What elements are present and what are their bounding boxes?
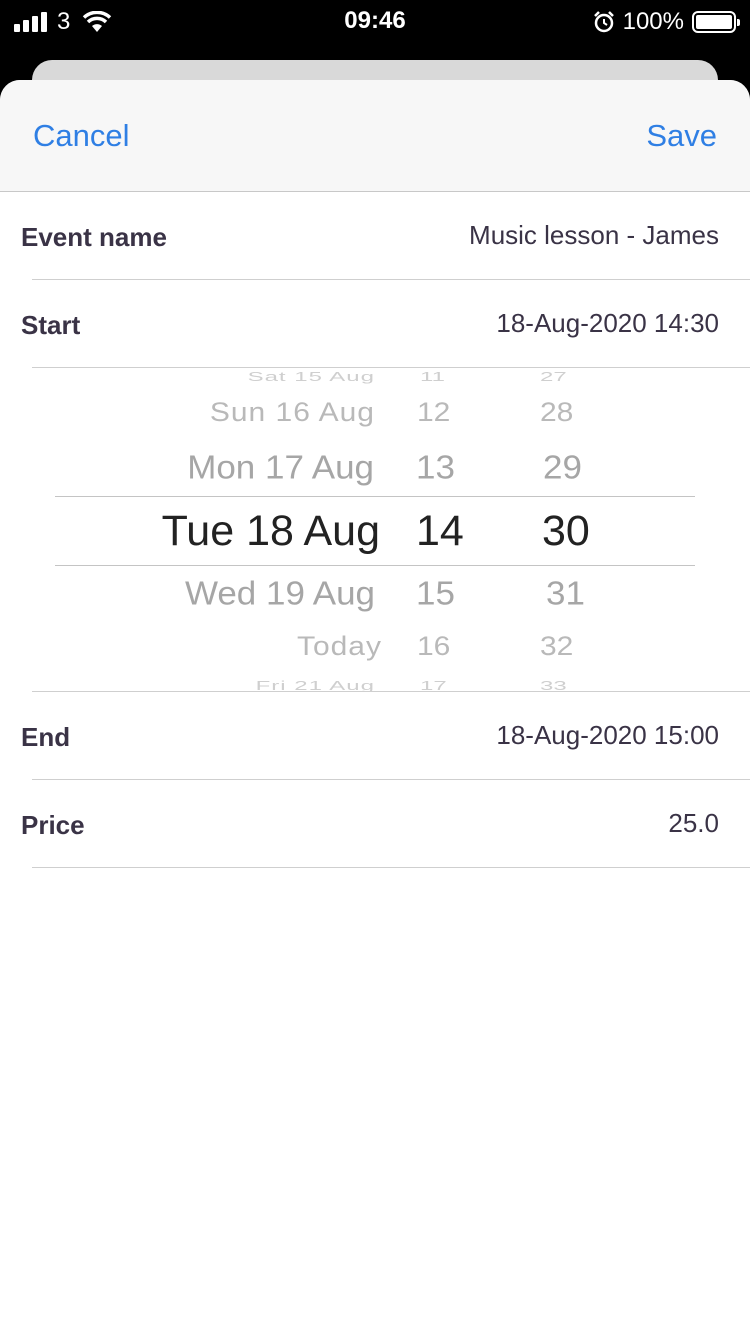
picker-minute-option[interactable]: 27 bbox=[540, 369, 567, 384]
picker-hour-option[interactable]: 15 bbox=[416, 575, 455, 613]
divider bbox=[32, 867, 750, 868]
status-right: 100% bbox=[593, 8, 740, 36]
picker-day-option[interactable]: Mon 17 Aug bbox=[187, 449, 374, 487]
picker-hour-option[interactable]: 13 bbox=[416, 449, 455, 487]
date-time-picker[interactable]: Sat 15 Aug Sun 16 Aug Mon 17 Aug Tue 18 … bbox=[0, 368, 750, 692]
picker-hour-option[interactable]: 17 bbox=[420, 678, 447, 692]
picker-day-option[interactable]: Sat 15 Aug bbox=[248, 369, 375, 384]
picker-selection-bottom-line bbox=[55, 565, 695, 566]
end-label: End bbox=[21, 722, 71, 752]
picker-hour-option[interactable]: 16 bbox=[417, 632, 450, 662]
end-row[interactable]: End 18-Aug-2020 15:00 bbox=[0, 692, 750, 780]
picker-minute-option[interactable]: 28 bbox=[540, 398, 573, 428]
save-button[interactable]: Save bbox=[646, 118, 717, 154]
price-field[interactable]: 25.0 bbox=[668, 808, 719, 839]
picker-selection-top-line bbox=[55, 496, 695, 497]
picker-minute-option[interactable]: 31 bbox=[546, 575, 585, 613]
picker-minute-selected[interactable]: 30 bbox=[542, 507, 590, 556]
picker-day-option[interactable]: Today bbox=[297, 632, 382, 662]
picker-day-option[interactable]: Fri 21 Aug bbox=[256, 678, 375, 692]
price-label: Price bbox=[21, 810, 85, 840]
start-label: Start bbox=[21, 310, 81, 340]
picker-minute-option[interactable]: 33 bbox=[540, 678, 567, 692]
picker-hour-option[interactable]: 12 bbox=[417, 398, 450, 428]
alarm-icon bbox=[593, 11, 614, 33]
picker-day-selected[interactable]: Tue 18 Aug bbox=[162, 507, 380, 556]
battery-icon bbox=[692, 11, 740, 33]
picker-hour-selected[interactable]: 14 bbox=[416, 507, 464, 556]
event-name-row[interactable]: Event name Music lesson - James bbox=[0, 192, 750, 280]
end-value[interactable]: 18-Aug-2020 15:00 bbox=[496, 720, 719, 751]
price-row[interactable]: Price 25.0 bbox=[0, 780, 750, 868]
start-value[interactable]: 18-Aug-2020 14:30 bbox=[496, 308, 719, 339]
nav-bar: Cancel Save bbox=[0, 80, 750, 192]
status-bar: 3 09:46 100% bbox=[0, 0, 750, 40]
picker-day-option[interactable]: Sun 16 Aug bbox=[210, 398, 375, 428]
event-name-label: Event name bbox=[21, 222, 167, 252]
start-row[interactable]: Start 18-Aug-2020 14:30 bbox=[0, 280, 750, 368]
cancel-button[interactable]: Cancel bbox=[33, 118, 130, 154]
event-name-field[interactable]: Music lesson - James bbox=[469, 220, 719, 251]
picker-hour-option[interactable]: 11 bbox=[420, 369, 445, 384]
picker-day-option[interactable]: Wed 19 Aug bbox=[185, 575, 375, 613]
battery-percent: 100% bbox=[622, 8, 684, 35]
picker-minute-option[interactable]: 32 bbox=[540, 632, 573, 662]
picker-minute-option[interactable]: 29 bbox=[543, 449, 582, 487]
event-editor-sheet: Cancel Save Event name Music lesson - Ja… bbox=[0, 80, 750, 1334]
